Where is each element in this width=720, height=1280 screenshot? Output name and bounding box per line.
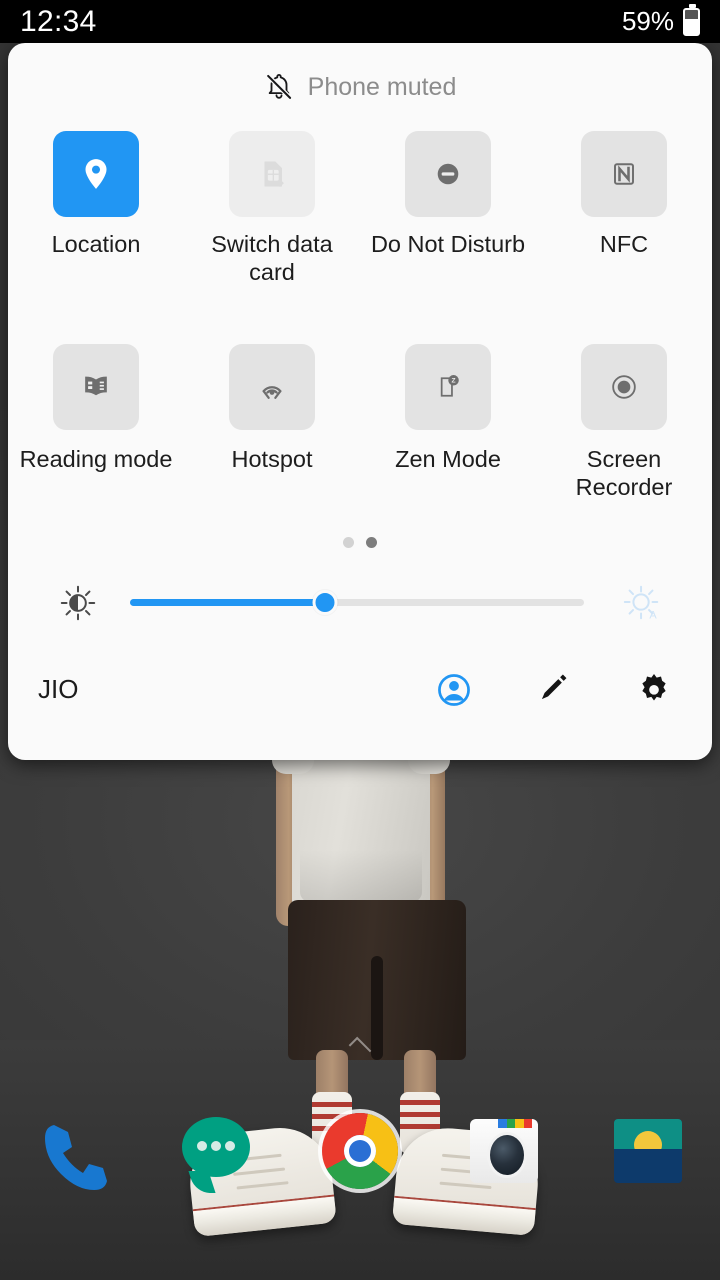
bell-muted-icon <box>266 74 292 100</box>
open-book-icon <box>85 377 107 396</box>
status-bar-right-cluster: 59% <box>621 3 700 37</box>
qs-tile-switch-data-card[interactable]: Switch data card <box>189 131 356 286</box>
qs-tile-label: Switch data card <box>211 231 333 285</box>
dock-item-messages[interactable] <box>144 1109 288 1193</box>
ringer-status-row[interactable]: Phone muted <box>8 43 712 131</box>
qs-tile-nfc[interactable]: NFC <box>541 131 708 286</box>
screen-recorder-icon <box>612 375 636 400</box>
dock-item-chrome[interactable] <box>288 1109 432 1193</box>
edit-icon[interactable] <box>532 668 576 712</box>
account-icon[interactable] <box>432 668 476 712</box>
footer-actions <box>432 668 676 712</box>
camera-app-icon[interactable] <box>462 1109 546 1193</box>
battery-percent-label: 59% <box>621 6 674 36</box>
gallery-app-icon[interactable] <box>606 1109 690 1193</box>
svg-text:Z: Z <box>452 378 456 385</box>
qs-tile-label: NFC <box>599 231 649 257</box>
ringer-status-label: Phone muted <box>307 72 457 101</box>
phone-app-icon[interactable] <box>30 1109 114 1193</box>
switch-data-card-tile-button[interactable] <box>229 131 315 217</box>
screen-recorder-tile-button[interactable] <box>581 344 667 431</box>
qs-tile-label: Do Not Disturb <box>370 231 526 257</box>
location-tile-button[interactable] <box>53 131 139 217</box>
battery-icon <box>683 3 700 36</box>
dock-item-gallery[interactable] <box>576 1109 720 1193</box>
messages-app-icon[interactable] <box>174 1109 258 1193</box>
qs-tile-label: Reading mode <box>19 446 173 473</box>
settings-icon[interactable] <box>632 668 676 712</box>
svg-text:A: A <box>649 609 657 621</box>
sim-card-icon <box>264 161 284 188</box>
page-dot-2[interactable] <box>366 537 377 549</box>
qs-tile-label: Hotspot <box>231 446 313 473</box>
do-not-disturb-tile-button[interactable] <box>405 131 491 217</box>
brightness-slider-fill <box>130 599 326 607</box>
carrier-label: JIO <box>38 674 79 705</box>
brightness-medium-icon[interactable] <box>50 582 106 624</box>
reading-mode-tile-button[interactable] <box>53 344 139 431</box>
dock <box>0 1096 720 1206</box>
hotspot-tile-button[interactable] <box>229 344 315 431</box>
qs-tile-hotspot[interactable]: Hotspot <box>189 344 356 501</box>
qs-tile-zen-mode[interactable]: Z Zen Mode <box>365 344 532 501</box>
page-indicator[interactable] <box>8 520 712 566</box>
tile-row-2: Reading mode Hotspot Z Zen Mode Screen R… <box>8 344 712 501</box>
do-not-disturb-icon <box>437 163 459 185</box>
qs-tile-screen-recorder[interactable]: Screen Recorder <box>541 344 708 501</box>
quick-settings-footer: JIO <box>8 640 712 740</box>
status-bar: 12:34 59% <box>0 0 720 43</box>
hotspot-icon <box>262 386 282 400</box>
chrome-app-icon[interactable] <box>318 1109 402 1193</box>
qs-tile-label: Zen Mode <box>395 446 501 473</box>
qs-tile-location[interactable]: Location <box>13 131 180 286</box>
quick-settings-panel: Phone muted Location Switch data card Do… <box>8 43 712 760</box>
page-dot-1[interactable] <box>343 537 354 549</box>
brightness-slider-thumb[interactable] <box>312 590 338 616</box>
brightness-slider[interactable] <box>130 587 584 619</box>
qs-tile-reading-mode[interactable]: Reading mode <box>13 344 180 501</box>
dock-item-camera[interactable] <box>432 1109 576 1193</box>
wallpaper-character-shorts <box>288 900 466 1060</box>
qs-tile-label: Location <box>51 231 141 257</box>
quick-settings-tile-grid: Location Switch data card Do Not Disturb… <box>8 131 712 502</box>
tile-row-1: Location Switch data card Do Not Disturb… <box>8 131 712 286</box>
brightness-row: A <box>8 566 712 640</box>
location-pin-icon <box>85 159 107 189</box>
zen-mode-tile-button[interactable]: Z <box>405 344 491 431</box>
zen-mode-icon: Z <box>440 375 459 398</box>
auto-brightness-icon[interactable]: A <box>614 582 670 624</box>
nfc-icon <box>614 163 634 185</box>
qs-tile-label: Screen Recorder <box>575 446 673 501</box>
dock-item-phone[interactable] <box>0 1109 144 1193</box>
qs-tile-do-not-disturb[interactable]: Do Not Disturb <box>365 131 532 286</box>
status-bar-clock: 12:34 <box>20 4 97 38</box>
nfc-tile-button[interactable] <box>581 131 667 217</box>
